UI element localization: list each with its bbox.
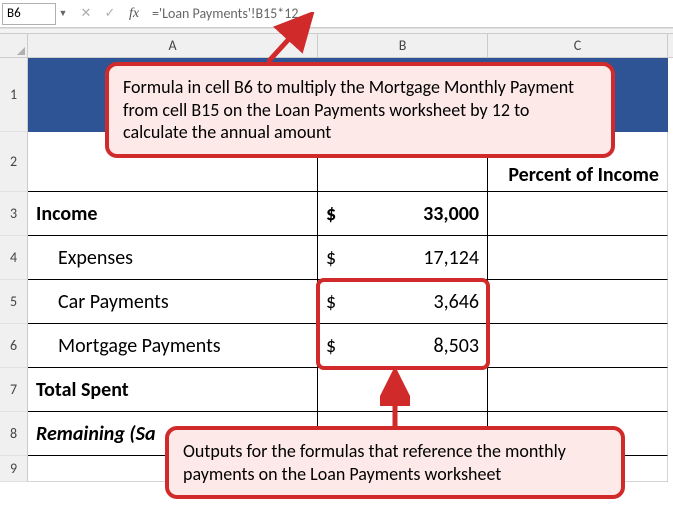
currency-symbol: $ (326, 246, 344, 270)
row-header-6[interactable]: 6 (0, 324, 28, 368)
cancel-formula-icon[interactable]: ✕ (76, 4, 96, 24)
cell-A4[interactable]: Expenses (28, 236, 318, 280)
cell-A3[interactable]: Income (28, 192, 318, 236)
cell-value: 17,124 (344, 246, 479, 270)
confirm-formula-icon[interactable]: ✓ (100, 4, 120, 24)
arrow-bottom (380, 370, 410, 430)
row-header-4[interactable]: 4 (0, 236, 28, 280)
name-box-dropdown[interactable]: ▼ (56, 8, 70, 19)
formula-bar: B6 ▼ ✕ ✓ fx ='Loan Payments'!B15*12 (0, 0, 673, 28)
column-header-row: A B C (0, 34, 673, 58)
cell-A7[interactable]: Total Spent (28, 368, 318, 412)
cell-C6[interactable] (488, 324, 668, 368)
row-header-2[interactable]: 2 (0, 132, 28, 192)
cell-B5[interactable]: $ 3,646 (318, 280, 488, 324)
row-header-8[interactable]: 8 (0, 412, 28, 456)
row-header-3[interactable]: 3 (0, 192, 28, 236)
cell-value: 3,646 (344, 290, 479, 314)
cell-B3[interactable]: $ 33,000 (318, 192, 488, 236)
row-header-1[interactable]: 1 (0, 58, 28, 132)
select-all-button[interactable] (0, 34, 28, 57)
row-header-col: 1 2 3 4 5 6 7 8 9 (0, 58, 28, 482)
currency-symbol: $ (326, 334, 344, 358)
col-header-B[interactable]: B (318, 34, 488, 57)
cell-A6[interactable]: Mortgage Payments (28, 324, 318, 368)
cell-C3[interactable] (488, 192, 668, 236)
formula-input[interactable]: ='Loan Payments'!B15*12 (144, 5, 673, 22)
name-box[interactable]: B6 (2, 3, 56, 25)
currency-symbol: $ (326, 202, 344, 226)
arrow-top (258, 12, 318, 66)
row-header-7[interactable]: 7 (0, 368, 28, 412)
cell-A5[interactable]: Car Payments (28, 280, 318, 324)
active-cell-ref: B6 (7, 6, 21, 21)
row-header-9[interactable]: 9 (0, 456, 28, 482)
callout-text: Formula in cell B6 to multiply the Mortg… (123, 76, 574, 143)
cell-C4[interactable] (488, 236, 668, 280)
row-header-5[interactable]: 5 (0, 280, 28, 324)
cell-B4[interactable]: $ 17,124 (318, 236, 488, 280)
cell-B6[interactable]: $ 8,503 (318, 324, 488, 368)
insert-function-icon[interactable]: fx (124, 4, 144, 24)
currency-symbol: $ (326, 290, 344, 314)
callout-top: Formula in cell B6 to multiply the Mortg… (105, 62, 615, 158)
cell-value: 33,000 (344, 202, 479, 226)
callout-bottom: Outputs for the formulas that reference … (165, 426, 625, 499)
callout-text: Outputs for the formulas that reference … (183, 440, 566, 485)
col-header-C[interactable]: C (488, 34, 668, 57)
cell-C5[interactable] (488, 280, 668, 324)
cell-C7[interactable] (488, 368, 668, 412)
cell-value: 8,503 (344, 334, 479, 358)
